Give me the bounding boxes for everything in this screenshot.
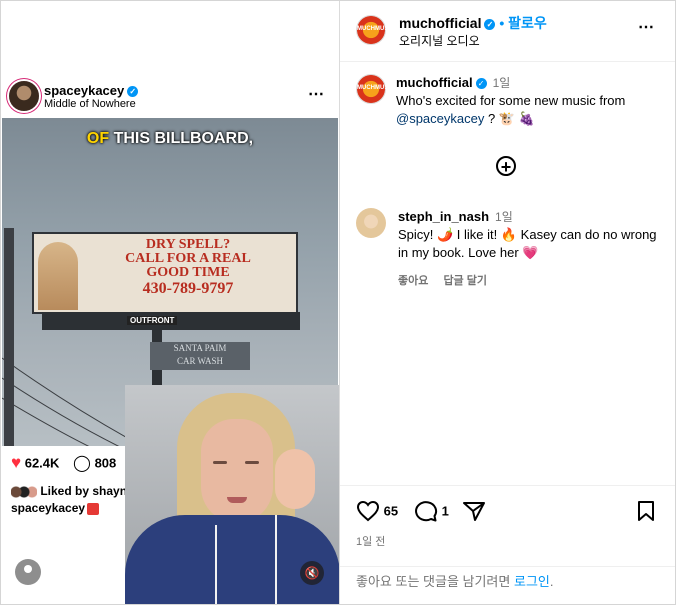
- video-caption-overlay: OF THIS BILLBOARD,: [2, 130, 338, 148]
- comment-text: Spicy! 🌶️ I like it! 🔥 Kasey can do no w…: [398, 227, 657, 260]
- caption-logo-text: MUCHMUSIC: [357, 85, 395, 91]
- billboard-phone: 430-789-9797: [142, 280, 234, 297]
- post-header: MUCHMUSIC muchofficial ✓ • 팔로우 오리지널 오디오 ⋯: [340, 1, 675, 62]
- caption-body: Who's excited for some new music from: [396, 93, 626, 108]
- comment-like-button[interactable]: 좋아요: [398, 275, 428, 287]
- verified-icon: ✓: [127, 86, 139, 98]
- liked-by-avatars: [11, 485, 37, 498]
- billboard-line3: GOOD TIME: [146, 265, 230, 280]
- post-actions: 65 1 1일 전 좋아요 또는 댓글을 남기려면 로그인.: [340, 485, 675, 589]
- person-eye-left: [213, 461, 227, 464]
- mute-icon[interactable]: 🔇: [300, 561, 324, 585]
- caption-highlight: OF: [86, 130, 110, 147]
- comments-count[interactable]: 1: [442, 504, 449, 519]
- load-more-comments-icon[interactable]: +: [496, 156, 516, 177]
- post-time[interactable]: 1일 전: [356, 533, 385, 549]
- likes-count[interactable]: 65: [384, 504, 398, 519]
- login-prompt-text: 좋아요 또는 댓글을 남기려면: [356, 574, 511, 589]
- comment-time[interactable]: 1일: [495, 210, 513, 224]
- sign-line2: CAR WASH: [176, 356, 224, 366]
- billboard: DRY SPELL? CALL FOR A REAL GOOD TIME 430…: [32, 232, 298, 314]
- earphone-cord-right: [275, 515, 277, 604]
- sign-line1: SANTA PAIM: [173, 343, 227, 353]
- user-tag-icon[interactable]: [15, 559, 41, 585]
- bookmark-icon[interactable]: [636, 500, 656, 522]
- comment-actions: 좋아요 답글 달기: [398, 272, 499, 288]
- embedded-username[interactable]: spaceykacey ✓: [44, 83, 139, 98]
- header-user: muchofficial ✓ • 팔로우: [399, 13, 547, 33]
- person-face: [201, 419, 273, 523]
- login-prompt: 좋아요 또는 댓글을 남기려면 로그인.: [356, 571, 554, 590]
- save-action[interactable]: [636, 500, 656, 522]
- follow-button[interactable]: 팔로우: [508, 15, 547, 31]
- heart-filled-icon[interactable]: ♥: [11, 453, 21, 472]
- heart-icon[interactable]: [356, 500, 380, 522]
- comment-avatar[interactable]: [356, 208, 386, 238]
- caption-username[interactable]: muchofficial: [396, 75, 473, 90]
- logo-text: MUCHMUSIC: [357, 26, 395, 32]
- embedded-more-icon[interactable]: ⋯: [308, 84, 325, 104]
- comment-reply-button[interactable]: 답글 달기: [443, 275, 487, 287]
- embedded-comment[interactable]: ◯ 808: [73, 453, 116, 473]
- share-action[interactable]: [462, 500, 486, 522]
- login-link[interactable]: 로그인: [514, 574, 550, 589]
- header-dot: •: [499, 15, 505, 31]
- comment-username[interactable]: steph_in_nash: [398, 209, 489, 224]
- caption-avatar[interactable]: MUCHMUSIC: [356, 74, 395, 104]
- embedded-caption-username[interactable]: spaceykacey: [11, 501, 85, 515]
- billboard-text: DRY SPELL? CALL FOR A REAL GOOD TIME 430…: [84, 237, 292, 297]
- embedded-post-header: spaceykacey ✓ Middle of Nowhere ⋯: [9, 81, 331, 115]
- comments-panel: MUCHMUSIC muchofficial ✓ • 팔로우 오리지널 오디오 ⋯…: [340, 1, 675, 604]
- power-lines: [2, 357, 142, 446]
- person-eye-right: [245, 461, 259, 464]
- utility-pole: [4, 228, 14, 446]
- caption-rest: THIS BILLBOARD,: [113, 130, 254, 147]
- verified-icon: ✓: [484, 18, 496, 30]
- billboard-line1: DRY SPELL?: [145, 237, 231, 252]
- billboard-figure: [38, 242, 78, 310]
- send-icon[interactable]: [462, 500, 486, 522]
- like-action[interactable]: 65: [356, 500, 398, 522]
- embedded-post: spaceykacey ✓ Middle of Nowhere ⋯ OF THIS…: [1, 1, 340, 604]
- billboard-line2: CALL FOR A REAL: [125, 251, 251, 266]
- calendar-emoji-icon: [87, 502, 100, 515]
- comment-action[interactable]: 1: [414, 500, 449, 522]
- original-audio-link[interactable]: 오리지널 오디오: [399, 32, 480, 49]
- embedded-likes-count: 62.4K: [24, 455, 60, 471]
- login-period: .: [549, 574, 554, 589]
- caption-mention[interactable]: @spaceykacey: [396, 111, 484, 126]
- billboard-brand: OUTFRONT: [127, 316, 178, 325]
- embedded-like[interactable]: ♥ 62.4K: [11, 453, 59, 473]
- header-username[interactable]: muchofficial: [399, 15, 481, 31]
- embedded-comments-count: 808: [94, 455, 117, 471]
- comment-icon[interactable]: [414, 500, 438, 522]
- embedded-avatar[interactable]: [9, 81, 39, 111]
- comment-icon[interactable]: ◯: [73, 455, 91, 472]
- person-jacket: [125, 515, 339, 604]
- embedded-location[interactable]: Middle of Nowhere: [44, 98, 136, 110]
- earphone-cord-left: [215, 525, 217, 604]
- muchmusic-logo[interactable]: MUCHMUSIC: [356, 15, 395, 45]
- more-options-icon[interactable]: ⋯: [638, 17, 655, 37]
- embedded-caption-user[interactable]: spaceykacey: [11, 501, 100, 515]
- caption-suffix: ? 🐮 🍇: [487, 111, 535, 126]
- embedded-username-text[interactable]: spaceykacey: [44, 83, 124, 98]
- verified-icon: ✓: [475, 78, 487, 90]
- person-mouth: [227, 497, 247, 503]
- car-wash-sign: SANTA PAIM CAR WASH: [150, 342, 250, 370]
- caption-time[interactable]: 1일: [493, 76, 511, 90]
- comment: steph_in_nash 1일 Spicy! 🌶️ I like it! 🔥 K…: [398, 208, 658, 262]
- caption-text: muchofficial ✓ 1일 Who's excited for some n…: [396, 74, 661, 128]
- person-hand: [275, 449, 315, 509]
